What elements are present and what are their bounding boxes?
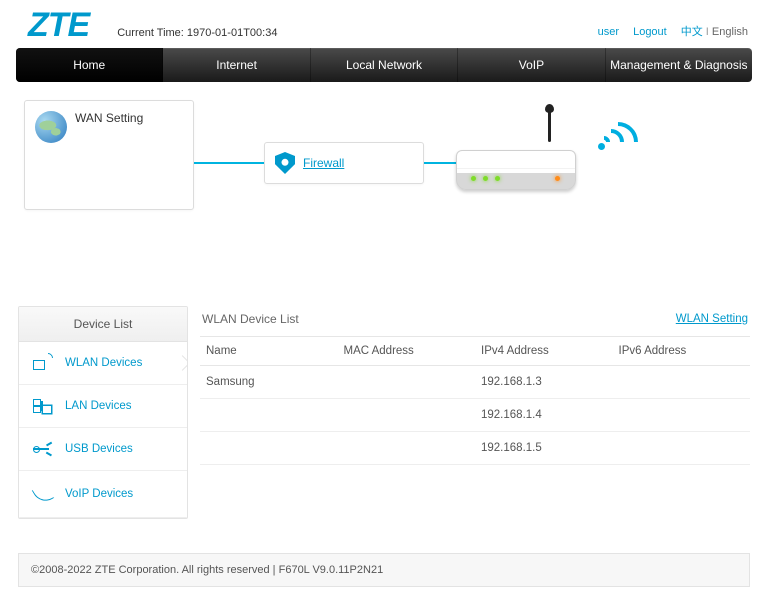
- nav-local-network[interactable]: Local Network: [311, 48, 458, 82]
- wan-setting-card[interactable]: WAN Setting: [24, 100, 194, 210]
- sidebar-item-usb-devices[interactable]: USB Devices: [19, 428, 187, 471]
- sidebar-item-wlan-devices[interactable]: WLAN Devices: [19, 342, 187, 385]
- cell-mac: [338, 399, 476, 432]
- device-list-title: WLAN Device List: [202, 312, 299, 326]
- col-name: Name: [200, 337, 338, 366]
- cell-name: [200, 432, 338, 465]
- lang-cn-link[interactable]: 中文: [681, 26, 703, 38]
- device-list-sidebar: Device List WLAN Devices LAN Devices USB…: [18, 306, 188, 519]
- col-ipv6: IPv6 Address: [613, 337, 751, 366]
- table-row: 192.168.1.5: [200, 432, 750, 465]
- cell-name: Samsung: [200, 366, 338, 399]
- cell-mac: [338, 366, 476, 399]
- router-led-icon: [471, 176, 476, 181]
- user-link[interactable]: user: [598, 26, 619, 38]
- cell-ipv6: [613, 366, 751, 399]
- globe-icon: [35, 111, 67, 143]
- cell-ipv4: 192.168.1.3: [475, 366, 613, 399]
- nav-internet[interactable]: Internet: [163, 48, 310, 82]
- cell-ipv6: [613, 432, 751, 465]
- cell-ipv4: 192.168.1.5: [475, 432, 613, 465]
- lan-icon: [33, 399, 51, 413]
- router-led-icon: [555, 176, 560, 181]
- router-graphic: [456, 132, 576, 190]
- link-line: [194, 162, 264, 164]
- sidebar-item-label: LAN Devices: [65, 400, 131, 412]
- sidebar-item-label: WLAN Devices: [65, 357, 142, 369]
- col-ipv4: IPv4 Address: [475, 337, 613, 366]
- sidebar-item-label: VoIP Devices: [65, 488, 133, 500]
- firewall-card[interactable]: Firewall: [264, 142, 424, 184]
- nav-voip[interactable]: VoIP: [458, 48, 605, 82]
- main-nav: Home Internet Local Network VoIP Managem…: [16, 48, 752, 82]
- cell-ipv4: 192.168.1.4: [475, 399, 613, 432]
- sidebar-item-voip-devices[interactable]: VoIP Devices: [19, 471, 187, 518]
- brand-logo: ZTE: [28, 8, 89, 42]
- sidebar-title: Device List: [19, 307, 187, 342]
- col-mac: MAC Address: [338, 337, 476, 366]
- current-time: Current Time: 1970-01-01T00:34: [117, 27, 277, 39]
- wlan-device-table: Name MAC Address IPv4 Address IPv6 Addre…: [200, 336, 750, 465]
- logout-link[interactable]: Logout: [633, 26, 667, 38]
- router-led-icon: [483, 176, 488, 181]
- wlan-setting-link[interactable]: WLAN Setting: [676, 313, 748, 325]
- cell-mac: [338, 432, 476, 465]
- sidebar-item-lan-devices[interactable]: LAN Devices: [19, 385, 187, 428]
- topology-diagram: WAN Setting Firewall: [18, 100, 750, 240]
- wifi-icon: [598, 110, 638, 150]
- usb-icon: [33, 442, 51, 456]
- wan-setting-label: WAN Setting: [75, 111, 143, 125]
- footer: ©2008-2022 ZTE Corporation. All rights r…: [18, 553, 750, 587]
- cell-ipv6: [613, 399, 751, 432]
- firewall-link[interactable]: Firewall: [303, 156, 344, 170]
- lang-en-label: English: [712, 26, 748, 38]
- table-row: Samsung 192.168.1.3: [200, 366, 750, 399]
- table-row: 192.168.1.4: [200, 399, 750, 432]
- link-line: [424, 162, 456, 164]
- sidebar-item-label: USB Devices: [65, 443, 133, 455]
- cell-name: [200, 399, 338, 432]
- router-led-icon: [495, 176, 500, 181]
- shield-icon: [275, 152, 295, 174]
- nav-management[interactable]: Management & Diagnosis: [606, 48, 752, 82]
- phone-icon: [33, 485, 51, 503]
- wlan-icon: [33, 356, 51, 370]
- nav-home[interactable]: Home: [16, 48, 163, 82]
